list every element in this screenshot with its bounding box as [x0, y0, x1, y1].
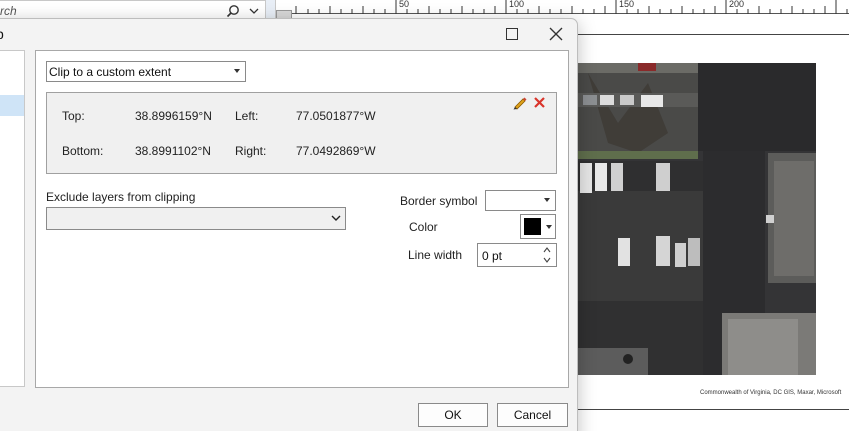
- map-frame[interactable]: [578, 63, 816, 375]
- aerial-imagery: [578, 63, 816, 375]
- pencil-icon[interactable]: [512, 95, 527, 110]
- extent-box: [46, 92, 557, 174]
- left-label: Left:: [235, 109, 259, 123]
- right-label: Right:: [235, 144, 267, 158]
- line-width-label: Line width: [408, 248, 463, 262]
- ok-button[interactable]: OK: [418, 403, 488, 427]
- ruler-label-150: 150: [619, 0, 634, 9]
- color-swatch: [524, 218, 541, 235]
- dialog-nav-item-selected[interactable]: [0, 95, 24, 116]
- bottom-label: Bottom:: [62, 144, 104, 158]
- chevron-down-icon: [331, 215, 341, 221]
- cancel-button[interactable]: Cancel: [497, 403, 568, 427]
- ruler-label-200: 200: [729, 0, 744, 9]
- panel-edge: [266, 0, 276, 20]
- clip-mode-value: Clip to a custom extent: [49, 65, 172, 79]
- right-value: 77.0492869°W: [296, 144, 376, 158]
- search-icon[interactable]: [226, 4, 240, 18]
- spin-up-icon[interactable]: [542, 246, 552, 254]
- caret-down-icon: [234, 69, 240, 73]
- left-value: 77.0501877°W: [296, 109, 376, 123]
- ruler-label-100: 100: [509, 0, 524, 9]
- dialog-title: p: [0, 26, 4, 42]
- close-icon[interactable]: [549, 27, 563, 41]
- spin-down-icon[interactable]: [542, 256, 552, 264]
- ruler-ticks: 50 100 150 200: [295, 0, 848, 14]
- color-label: Color: [409, 220, 438, 234]
- border-symbol-label: Border symbol: [400, 194, 478, 208]
- caret-down-icon: [546, 225, 552, 229]
- line-width-value: 0 pt: [482, 249, 503, 263]
- exclude-layers-label: Exclude layers from clipping: [46, 190, 196, 204]
- top-value: 38.8996159°N: [135, 109, 212, 123]
- search-box[interactable]: rch: [0, 0, 266, 20]
- horizontal-ruler: 50 100 150 200: [276, 0, 849, 14]
- chevron-down-icon[interactable]: [248, 5, 260, 17]
- caret-down-icon: [544, 198, 550, 202]
- maximize-icon[interactable]: [506, 28, 518, 40]
- top-label: Top:: [62, 109, 85, 123]
- search-placeholder: rch: [0, 4, 17, 18]
- bottom-value: 38.8991102°N: [135, 144, 211, 158]
- map-attribution: Commonwealth of Virginia, DC GIS, Maxar,…: [700, 390, 842, 396]
- ruler-label-50: 50: [399, 0, 409, 9]
- exclude-layers-dropdown[interactable]: [46, 207, 346, 230]
- delete-icon[interactable]: [533, 96, 546, 109]
